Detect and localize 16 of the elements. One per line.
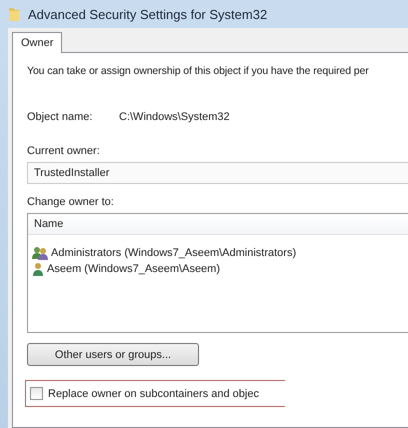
list-item[interactable]: Aseem (Windows7_Aseem\Aseem) (47, 263, 220, 275)
other-users-button[interactable]: Other users or groups... (27, 343, 199, 366)
object-path: C:\Windows\System32 (119, 111, 230, 123)
tab[interactable]: Owner (12, 32, 62, 53)
field-label: Change owner to: (27, 196, 115, 208)
list-item[interactable]: Administrators (Windows7_Aseem\Administrators) (51, 247, 296, 259)
window-title: Advanced Security Settings for System32 (28, 6, 268, 22)
owner-field[interactable]: TrustedInstaller (27, 162, 408, 184)
checkbox-label: Replace owner on subcontainers and objec (48, 388, 259, 400)
field-label: Object name: (27, 111, 94, 123)
folder-icon (8, 6, 20, 22)
field-label: Current owner: (27, 145, 101, 157)
user-group-icon (32, 246, 48, 260)
user-icon (32, 262, 44, 276)
checkbox[interactable] (30, 387, 43, 400)
description-text: You can take or assign ownership of this object if you have the required per (27, 65, 370, 77)
